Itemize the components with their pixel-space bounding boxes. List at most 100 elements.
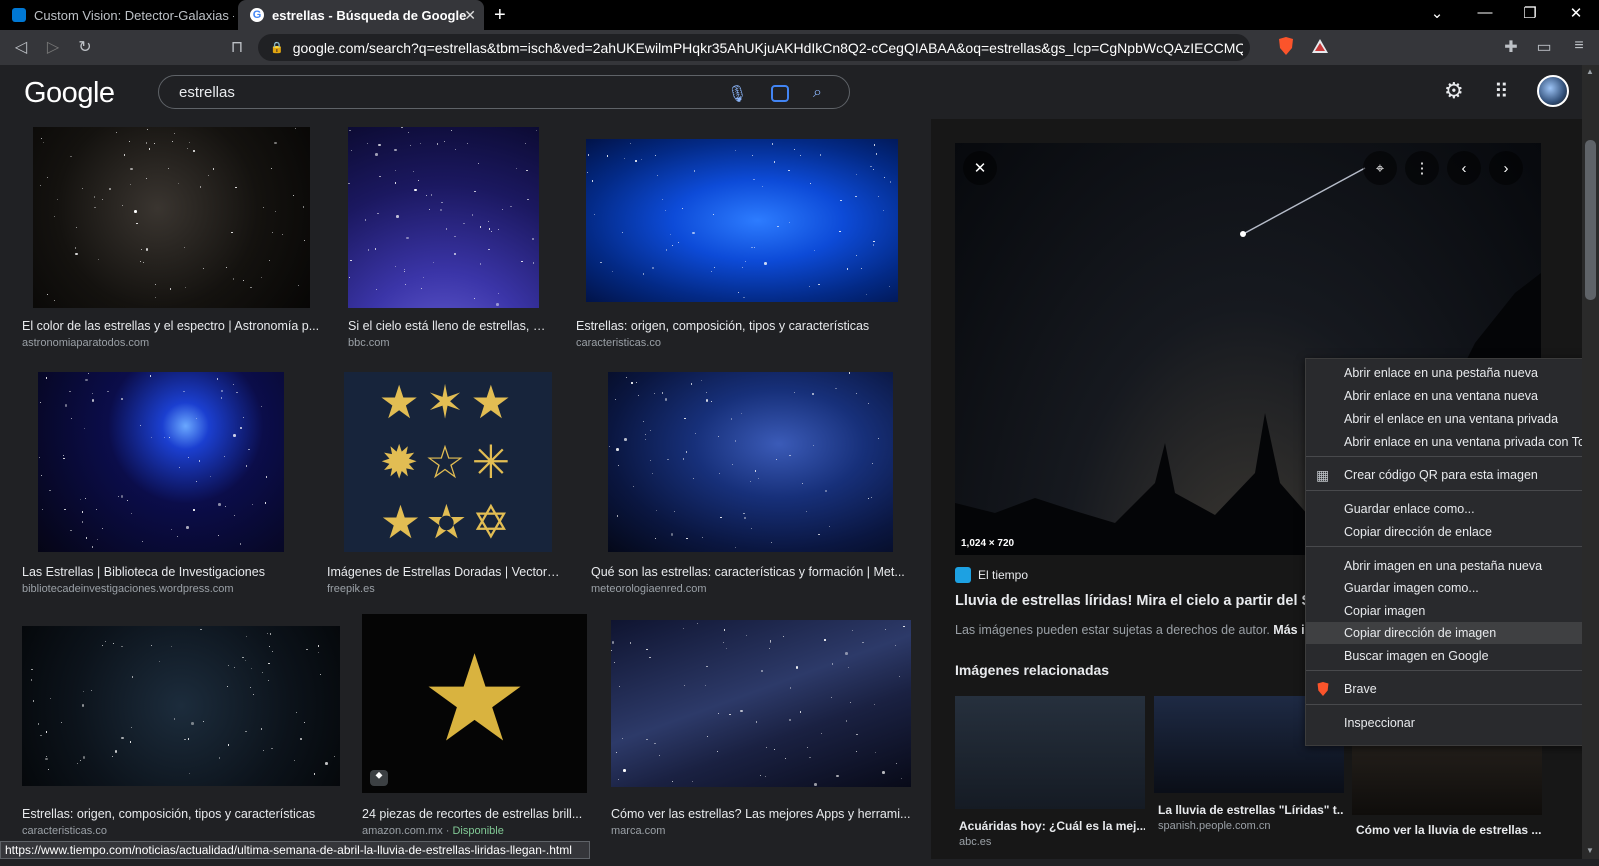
previous-image-icon[interactable]: ‹ xyxy=(1447,151,1481,185)
forward-icon[interactable]: ▷ xyxy=(42,37,64,57)
menu-item-inspect[interactable]: Inspeccionar xyxy=(1306,712,1599,734)
star-speck xyxy=(31,668,33,670)
image-result[interactable]: Estrellas: origen, composición, tipos y … xyxy=(22,614,342,839)
result-thumbnail[interactable]: ★✶★ ✹☆✳ ★✫✡ xyxy=(344,372,552,552)
result-thumbnail[interactable] xyxy=(608,372,893,552)
image-result[interactable]: Las Estrellas | Biblioteca de Investigac… xyxy=(22,372,302,595)
close-preview-icon[interactable]: ✕ xyxy=(963,151,997,185)
image-result[interactable]: Qué son las estrellas: características y… xyxy=(591,372,906,595)
star-speck xyxy=(77,762,79,764)
image-result[interactable]: ★ ⬥ 24 piezas de recortes de estrellas b… xyxy=(362,614,592,839)
google-logo[interactable]: Google xyxy=(24,77,115,110)
more-options-icon[interactable]: ⋮ xyxy=(1405,151,1439,185)
reload-icon[interactable]: ↻ xyxy=(74,37,96,57)
brave-rewards-icon[interactable] xyxy=(1311,36,1329,56)
google-favicon-icon: G xyxy=(250,8,264,22)
bookmark-icon[interactable]: ⊓ xyxy=(226,37,248,57)
result-thumbnail[interactable] xyxy=(22,626,340,786)
related-caption[interactable]: Cómo ver la lluvia de estrellas ... xyxy=(1352,823,1542,837)
tab-search-chevron-icon[interactable]: ⌄ xyxy=(1422,4,1452,22)
star-speck xyxy=(845,720,848,722)
result-caption[interactable]: Estrellas: origen, composición, tipos y … xyxy=(22,807,342,821)
star-speck xyxy=(742,266,744,268)
star-speck xyxy=(761,185,764,187)
menu-item-copy-link-address[interactable]: Copiar dirección de enlace xyxy=(1306,521,1599,543)
related-image[interactable]: Acuáridas hoy: ¿Cuál es la mej... abc.es xyxy=(955,696,1145,866)
lens-search-icon[interactable]: ⌖ xyxy=(1363,151,1397,185)
tab-google-search[interactable]: G estrellas - Búsqueda de Google ✕ xyxy=(238,0,484,30)
back-icon[interactable]: ◁ xyxy=(10,37,32,57)
result-thumbnail[interactable] xyxy=(611,620,911,787)
scroll-down-icon[interactable]: ▼ xyxy=(1586,846,1594,855)
result-caption[interactable]: Estrellas: origen, composición, tipos y … xyxy=(576,319,896,333)
menu-item-copy-image[interactable]: Copiar imagen xyxy=(1306,600,1599,622)
star-speck xyxy=(107,391,109,393)
page-scrollbar[interactable]: ▲ ▼ xyxy=(1582,65,1599,859)
menu-icon[interactable]: ≡ xyxy=(1568,37,1590,55)
image-result[interactable]: Si el cielo está lleno de estrellas, ¿..… xyxy=(348,127,548,349)
related-thumbnail[interactable] xyxy=(955,696,1145,809)
lens-icon[interactable] xyxy=(771,85,789,102)
result-caption[interactable]: Si el cielo está lleno de estrellas, ¿..… xyxy=(348,319,548,333)
menu-item-save-image[interactable]: Guardar imagen como... xyxy=(1306,577,1599,599)
apps-grid-icon[interactable]: ⠿ xyxy=(1494,79,1509,104)
close-tab-icon[interactable]: ✕ xyxy=(464,7,476,24)
scroll-up-icon[interactable]: ▲ xyxy=(1586,67,1594,76)
scrollbar-thumb[interactable] xyxy=(1585,140,1596,300)
star-speck xyxy=(379,176,381,178)
close-window-icon[interactable]: ✕ xyxy=(1561,4,1591,22)
star-speck xyxy=(735,149,737,151)
result-caption[interactable]: Cómo ver las estrellas? Las mejores Apps… xyxy=(611,807,911,821)
menu-item-search-image-google[interactable]: Buscar imagen en Google xyxy=(1306,645,1599,667)
menu-item-open-link-tor[interactable]: Abrir enlace en una ventana privada con … xyxy=(1306,431,1599,453)
maximize-icon[interactable]: ❐ xyxy=(1515,4,1545,22)
preview-source[interactable]: El tiempo xyxy=(955,567,1028,583)
result-thumbnail[interactable] xyxy=(348,127,539,308)
menu-item-open-image-new-tab[interactable]: Abrir imagen en una pestaña nueva xyxy=(1306,555,1599,577)
related-caption[interactable]: La lluvia de estrellas "Líridas" t... xyxy=(1154,803,1344,817)
result-caption[interactable]: 24 piezas de recortes de estrellas brill… xyxy=(362,807,592,821)
menu-item-save-link[interactable]: Guardar enlace como... xyxy=(1306,498,1599,520)
result-thumbnail[interactable] xyxy=(586,139,898,302)
menu-item-brave[interactable]: Brave ▶ xyxy=(1306,678,1599,700)
result-caption[interactable]: Qué son las estrellas: características y… xyxy=(591,565,906,579)
related-caption[interactable]: Acuáridas hoy: ¿Cuál es la mej... xyxy=(955,819,1145,833)
next-image-icon[interactable]: › xyxy=(1489,151,1523,185)
menu-item-open-link-new-tab[interactable]: Abrir enlace en una pestaña nueva xyxy=(1306,362,1599,384)
star-speck xyxy=(186,526,189,529)
brave-shields-icon[interactable] xyxy=(1277,36,1295,56)
search-icon[interactable]: ⌕ xyxy=(813,84,822,102)
address-bar[interactable]: 🔒 google.com/search?q=estrellas&tbm=isch… xyxy=(258,34,1250,61)
result-thumbnail[interactable] xyxy=(38,372,284,552)
image-result[interactable]: El color de las estrellas y el espectro … xyxy=(22,127,322,349)
minimize-icon[interactable]: — xyxy=(1470,4,1500,21)
result-caption[interactable]: El color de las estrellas y el espectro … xyxy=(22,319,322,333)
star-speck xyxy=(318,645,320,647)
result-thumbnail[interactable] xyxy=(33,127,310,308)
menu-item-open-link-private-window[interactable]: Abrir el enlace en una ventana privada xyxy=(1306,408,1599,430)
avatar[interactable] xyxy=(1537,75,1569,107)
extensions-icon[interactable]: ✚ xyxy=(1500,37,1522,57)
tab-custom-vision[interactable]: Custom Vision: Detector-Galaxias - Pe xyxy=(0,0,236,30)
preview-title[interactable]: Lluvia de estrellas líridas! Mira el cie… xyxy=(955,593,1315,609)
search-input[interactable]: estrellas 🎙 ⌕ xyxy=(158,75,850,109)
image-result[interactable]: ★✶★ ✹☆✳ ★✫✡ Imágenes de Estrellas Doradas … xyxy=(327,372,562,595)
result-caption[interactable]: Imágenes de Estrellas Doradas | Vectore.… xyxy=(327,565,562,579)
menu-item-create-qr[interactable]: ▦ Crear código QR para esta imagen xyxy=(1306,464,1599,486)
voice-search-icon[interactable]: 🎙 xyxy=(727,84,747,104)
menu-item-copy-image-address[interactable]: Copiar dirección de imagen xyxy=(1306,622,1599,644)
url-text: google.com/search?q=estrellas&tbm=isch&v… xyxy=(292,39,1243,56)
result-caption[interactable]: Las Estrellas | Biblioteca de Investigac… xyxy=(22,565,302,579)
image-result[interactable]: Estrellas: origen, composición, tipos y … xyxy=(576,127,898,349)
more-info-link[interactable]: Más i xyxy=(1273,623,1304,637)
star-speck xyxy=(662,198,664,200)
star-speck xyxy=(818,533,820,536)
result-thumbnail[interactable]: ★ xyxy=(362,614,587,793)
menu-item-open-link-new-window[interactable]: Abrir enlace en una ventana nueva xyxy=(1306,385,1599,407)
image-result[interactable]: Cómo ver las estrellas? Las mejores Apps… xyxy=(611,614,911,839)
star-speck xyxy=(174,718,176,720)
wallet-icon[interactable]: ▭ xyxy=(1533,37,1555,57)
new-tab-icon[interactable]: + xyxy=(494,4,506,27)
settings-gear-icon[interactable]: ⚙ xyxy=(1444,78,1464,104)
star-speck xyxy=(611,649,613,652)
